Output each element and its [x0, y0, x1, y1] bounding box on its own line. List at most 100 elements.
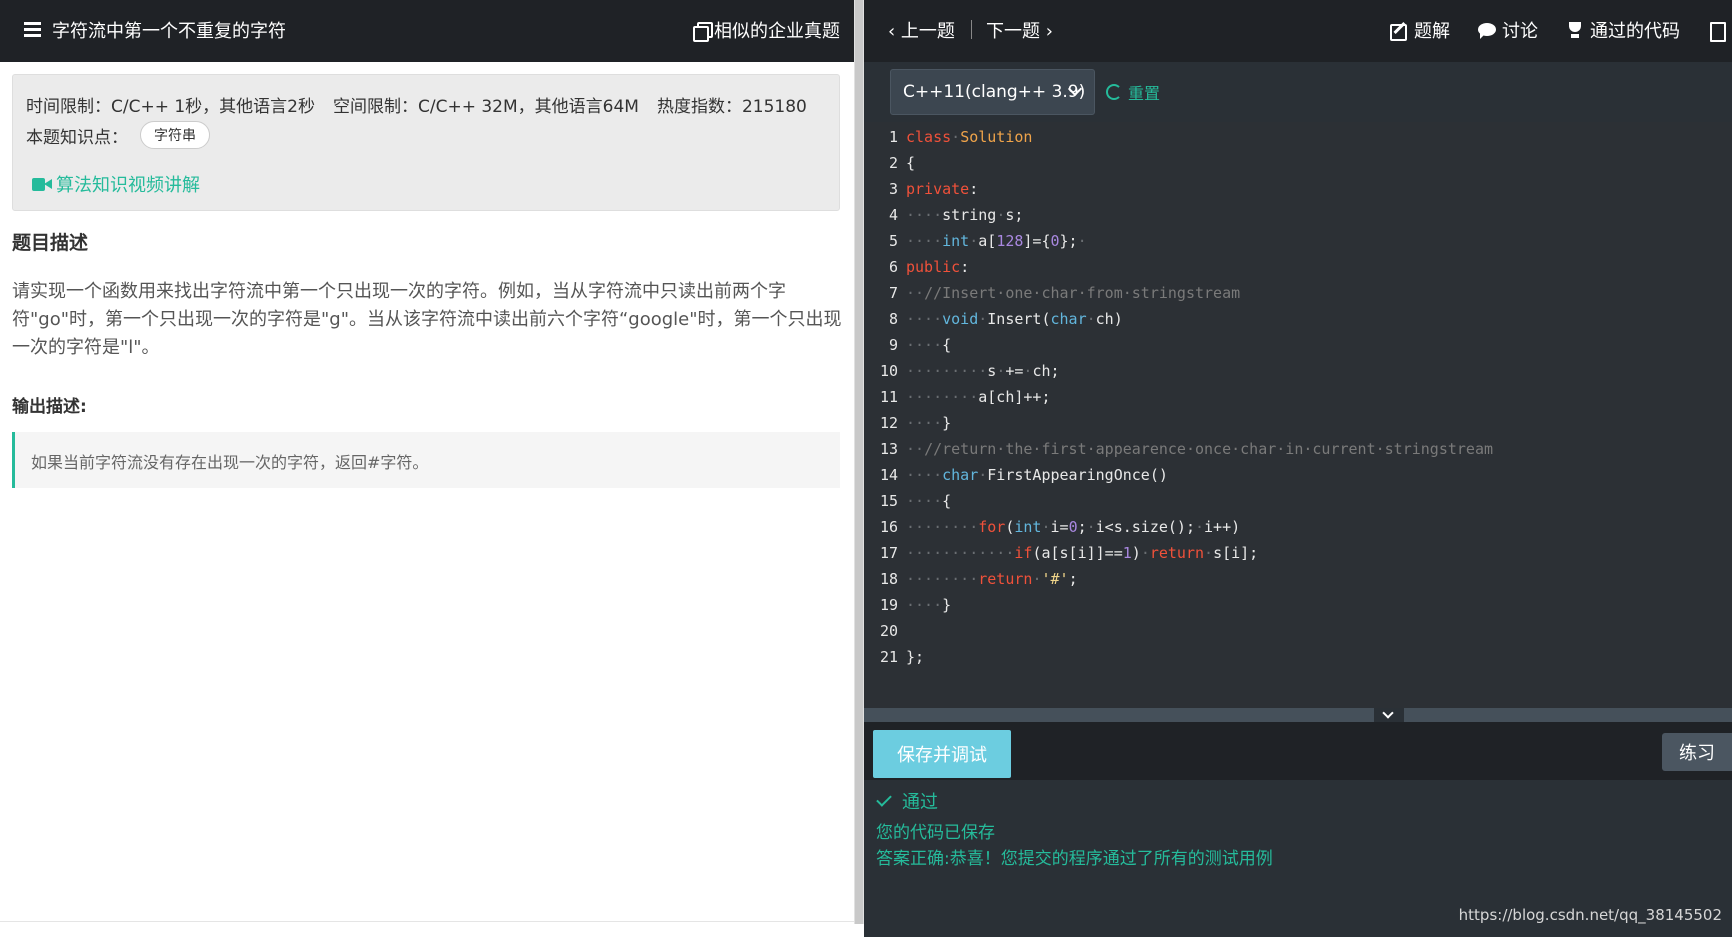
line-number: 16: [879, 518, 898, 536]
refresh-icon: [1106, 84, 1122, 100]
code-token: ··: [906, 440, 925, 458]
code-token: ): [1131, 544, 1141, 562]
code-line[interactable]: 8 ····void·Insert(char·ch): [864, 310, 1732, 336]
code-text: ····int·a[128]={0};·: [906, 232, 1087, 250]
pass-status: 通过: [876, 788, 938, 814]
problem-info-box: 时间限制：C/C++ 1秒，其他语言2秒 空间限制：C/C++ 32M，其他语言6…: [12, 74, 840, 211]
practice-button[interactable]: 练习: [1662, 733, 1732, 771]
passed-code-link[interactable]: 通过的代码: [1566, 17, 1680, 43]
code-token: s;: [1005, 206, 1024, 224]
code-token: }: [942, 596, 952, 614]
similar-questions-link[interactable]: 相似的企业真题: [693, 17, 840, 43]
reset-button[interactable]: 重置: [1106, 80, 1160, 104]
code-token: '#': [1041, 570, 1069, 588]
knowledge-label: 本题知识点：: [26, 127, 128, 148]
line-number: 20: [879, 622, 898, 640]
video-explanation-link[interactable]: 算法知识视频讲解: [32, 171, 200, 197]
code-token: class: [906, 128, 952, 146]
code-text: ········return·'#';: [906, 570, 1078, 588]
code-line[interactable]: 2{: [864, 154, 1732, 180]
code-token: FirstAppearingOnce(): [987, 466, 1168, 484]
code-token: //Insert·one·char·from·stringstream: [924, 284, 1241, 302]
code-token: private: [906, 180, 970, 198]
code-token: char: [1050, 310, 1087, 328]
code-token: int: [942, 232, 970, 250]
solutions-link[interactable]: 题解: [1390, 17, 1450, 43]
code-text: private:: [906, 180, 978, 198]
code-token: }: [942, 414, 952, 432]
code-line[interactable]: 1 class·Solution: [864, 128, 1732, 154]
code-text: ····char·FirstAppearingOnce(): [906, 466, 1168, 484]
code-token: ····: [906, 206, 943, 224]
code-token: ·: [1086, 310, 1096, 328]
code-line[interactable]: 6 public:: [864, 258, 1732, 284]
line-number: 4: [888, 206, 898, 224]
next-question-link[interactable]: 下一题 ›: [986, 17, 1053, 43]
code-line[interactable]: 13 ··//return·the·first·appearence·once·c…: [864, 440, 1732, 466]
output-heading: 输出描述:: [12, 397, 87, 417]
list-icon[interactable]: [24, 22, 41, 37]
chevron-down-icon: [1382, 707, 1394, 719]
line-number: 11: [879, 388, 898, 406]
editor-pane: ‹ 上一题 下一题 › 题解 讨论 通过的代码 C++11(clang++ 3.…: [864, 0, 1732, 937]
code-token: ····: [906, 466, 943, 484]
code-text: public:: [906, 258, 969, 276]
code-line[interactable]: 15 ····{: [864, 492, 1732, 518]
divider: [0, 921, 854, 922]
knowledge-tag[interactable]: 字符串: [140, 121, 210, 149]
code-line[interactable]: 3 private:: [864, 180, 1732, 206]
code-token: public: [906, 258, 961, 276]
code-token: s: [987, 362, 997, 380]
code-token: ············: [906, 544, 1015, 562]
document-link[interactable]: [1708, 17, 1732, 43]
line-number: 7: [888, 284, 898, 302]
code-line[interactable]: 5 ····int·a[128]={0};·: [864, 232, 1732, 258]
watermark: https://blog.csdn.net/qq_38145502: [1458, 906, 1722, 924]
code-token: ·: [1077, 232, 1087, 250]
code-token: Insert(: [987, 310, 1051, 328]
line-number: 18: [879, 570, 898, 588]
code-line[interactable]: 10 ·········s·+=·ch;: [864, 362, 1732, 388]
code-text: ··//return·the·first·appearence·once·cha…: [906, 440, 1493, 458]
code-line[interactable]: 21};: [864, 648, 1732, 674]
knowledge-row: 本题知识点： 字符串: [26, 121, 210, 149]
line-number: 10: [879, 362, 898, 380]
code-line[interactable]: 14 ····char·FirstAppearingOnce(): [864, 466, 1732, 492]
code-line[interactable]: 12 ····}: [864, 414, 1732, 440]
save-and-debug-button[interactable]: 保存并调试: [873, 730, 1011, 778]
code-line[interactable]: 7 ··//Insert·one·char·from·stringstream: [864, 284, 1732, 310]
code-token: a[ch]++;: [978, 388, 1051, 406]
left-scrollbar[interactable]: [854, 0, 864, 924]
code-token: };: [1059, 232, 1078, 250]
code-line[interactable]: 16 ········for(int·i=0;·i<s.size();·i++): [864, 518, 1732, 544]
scrollbar-thumb[interactable]: [855, 0, 863, 924]
code-editor[interactable]: 1 class·Solution 2{3 private: 4 ····string·s;…: [864, 122, 1732, 708]
code-token: ·: [969, 232, 979, 250]
code-text: ········for(int·i=0;·i<s.size();·i++): [906, 518, 1240, 536]
code-text: {: [906, 154, 915, 172]
code-token: ;: [1068, 570, 1078, 588]
correct-message: 答案正确:恭喜！您提交的程序通过了所有的测试用例: [876, 849, 1273, 869]
trophy-icon: [1566, 21, 1584, 39]
passed-code-label: 通过的代码: [1590, 21, 1680, 42]
code-token: ····: [906, 414, 943, 432]
doc-icon: [1708, 21, 1726, 42]
editor-resize-bar[interactable]: [864, 707, 1732, 722]
discussion-link[interactable]: 讨论: [1478, 17, 1538, 43]
code-token: s[i];: [1213, 544, 1259, 562]
code-token: 128: [996, 232, 1024, 250]
prev-question-link[interactable]: ‹ 上一题: [888, 17, 955, 43]
language-select[interactable]: C++11(clang++ 3.9): [890, 69, 1095, 115]
code-line[interactable]: 17 ············if(a[s[i]]==1)·return·s[i]…: [864, 544, 1732, 570]
code-text: ··//Insert·one·char·from·stringstream: [906, 284, 1240, 302]
code-line[interactable]: 18 ········return·'#';: [864, 570, 1732, 596]
code-line[interactable]: 4 ····string·s;: [864, 206, 1732, 232]
code-line[interactable]: 9 ····{: [864, 336, 1732, 362]
code-token: int: [1014, 518, 1042, 536]
code-text: ····void·Insert(char·ch): [906, 310, 1123, 328]
video-link-label: 算法知识视频讲解: [56, 175, 200, 196]
code-line[interactable]: 20: [864, 622, 1732, 648]
code-line[interactable]: 11 ········a[ch]++;: [864, 388, 1732, 414]
collapse-toggle[interactable]: [1374, 707, 1404, 722]
code-line[interactable]: 19 ····}: [864, 596, 1732, 622]
